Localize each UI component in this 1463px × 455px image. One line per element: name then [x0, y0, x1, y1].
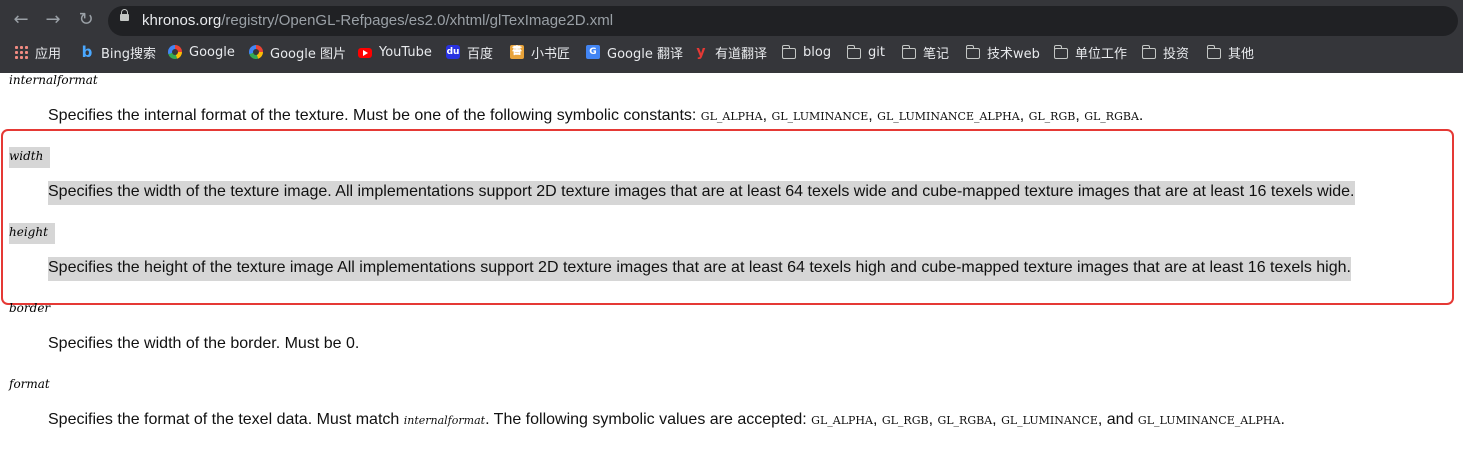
- constant: GL_LUMINANCE: [771, 110, 869, 123]
- google-translate-icon: G: [586, 45, 600, 59]
- youtube-icon: [358, 48, 372, 58]
- xiaoshujiang-icon: 書: [510, 45, 524, 59]
- url-host: khronos.org: [142, 12, 222, 29]
- desc-text: Specifies the internal format of the tex…: [48, 107, 701, 124]
- bookmark-label: 技术web: [987, 46, 1040, 62]
- bookmark-folder-notes[interactable]: 笔记: [901, 43, 950, 62]
- navigation-bar: ← → ↻ khronos.org/registry/OpenGL-Refpag…: [0, 0, 1463, 40]
- google-icon: [249, 45, 263, 59]
- folder-icon: [901, 44, 916, 59]
- lock-icon: [120, 9, 129, 21]
- folder-icon: [965, 44, 980, 59]
- bookmarks-bar: 应用 b Bing搜索 Google Google 图片 YouTube du 百度…: [0, 40, 1463, 64]
- annotation-highlight-box: [1, 129, 1454, 305]
- param-desc-border: Specifies the width of the border. Must …: [48, 335, 360, 352]
- constant: GL_RGBA: [937, 414, 993, 427]
- constant: GL_ALPHA: [811, 414, 873, 427]
- browser-chrome: ← → ↻ khronos.org/registry/OpenGL-Refpag…: [0, 0, 1463, 73]
- bookmark-label: Google 翻译: [607, 46, 683, 62]
- google-icon: [168, 45, 182, 59]
- folder-icon: [1053, 44, 1068, 59]
- constant: GL_LUMINANCE_ALPHA: [1137, 414, 1281, 427]
- youdao-icon: y: [696, 44, 706, 60]
- constant: GL_RGB: [1028, 110, 1076, 123]
- param-reference: internalformat: [403, 414, 486, 427]
- param-term-internalformat: internalformat: [9, 73, 98, 87]
- bookmark-google[interactable]: Google: [168, 43, 235, 61]
- bookmark-folder-git[interactable]: git: [846, 43, 885, 61]
- constant: GL_RGBA: [1084, 110, 1139, 123]
- bookmark-youtube[interactable]: YouTube: [358, 43, 432, 61]
- bookmark-label: blog: [803, 44, 832, 60]
- bookmark-folder-blog[interactable]: blog: [781, 43, 832, 61]
- bookmark-xiaoshujiang[interactable]: 書小书匠: [510, 43, 571, 62]
- desc-text: . The following symbolic values are acce…: [485, 411, 812, 428]
- bookmark-label: YouTube: [379, 44, 432, 60]
- bookmark-label: Bing搜索: [101, 46, 157, 62]
- constant: GL_RGB: [881, 414, 929, 427]
- baidu-icon: du: [446, 45, 460, 59]
- folder-icon: [1141, 44, 1156, 59]
- param-desc-format: Specifies the format of the texel data. …: [48, 411, 1285, 428]
- apps-grid-icon: [14, 45, 28, 59]
- bookmark-folder-other[interactable]: 其他: [1206, 43, 1255, 62]
- desc-text: , and: [1097, 411, 1138, 428]
- bookmark-label: 笔记: [923, 46, 950, 62]
- bookmark-label: 百度: [467, 46, 494, 62]
- param-desc-internalformat: Specifies the internal format of the tex…: [48, 107, 1144, 124]
- bookmark-folder-invest[interactable]: 投资: [1141, 43, 1190, 62]
- desc-text: .: [1280, 411, 1285, 428]
- bing-icon: b: [81, 43, 93, 61]
- url-path: /registry/OpenGL-Refpages/es2.0/xhtml/gl…: [221, 12, 614, 29]
- constant: GL_LUMINANCE_ALPHA: [877, 110, 1020, 123]
- bookmark-label: 投资: [1163, 46, 1190, 62]
- bookmark-label: 其他: [1228, 46, 1255, 62]
- address-bar[interactable]: khronos.org/registry/OpenGL-Refpages/es2…: [108, 6, 1458, 36]
- bookmark-apps[interactable]: 应用: [14, 43, 62, 62]
- bookmark-label: git: [868, 44, 885, 60]
- folder-icon: [781, 44, 796, 59]
- constant: GL_ALPHA: [700, 110, 763, 123]
- bookmark-label: 应用: [35, 46, 62, 62]
- bookmark-youdao[interactable]: y 有道翻译: [694, 43, 768, 62]
- constant: GL_LUMINANCE: [1001, 414, 1098, 427]
- bookmark-label: 有道翻译: [715, 46, 768, 62]
- folder-icon: [1206, 44, 1221, 59]
- forward-arrow-icon[interactable]: →: [41, 8, 65, 32]
- bookmark-label: 单位工作: [1075, 46, 1128, 62]
- desc-text: Specifies the format of the texel data. …: [48, 411, 404, 428]
- bookmark-label: Google 图片: [270, 46, 346, 62]
- back-arrow-icon[interactable]: ←: [9, 8, 33, 32]
- bookmark-baidu[interactable]: du 百度: [446, 43, 494, 62]
- param-term-border: border: [9, 301, 51, 315]
- bookmark-label: 小书匠: [531, 46, 571, 62]
- bookmark-label: Google: [189, 44, 235, 60]
- bookmark-bing[interactable]: b Bing搜索: [80, 43, 157, 62]
- bookmark-folder-techweb[interactable]: 技术web: [965, 43, 1040, 62]
- folder-icon: [846, 44, 861, 59]
- param-term-format: format: [9, 377, 50, 391]
- bookmark-google-translate[interactable]: G Google 翻译: [586, 43, 683, 62]
- bookmark-folder-work[interactable]: 单位工作: [1053, 43, 1128, 62]
- reload-icon[interactable]: ↻: [74, 8, 98, 32]
- bookmark-google-images[interactable]: Google 图片: [249, 43, 346, 62]
- url-text[interactable]: khronos.org/registry/OpenGL-Refpages/es2…: [142, 12, 613, 29]
